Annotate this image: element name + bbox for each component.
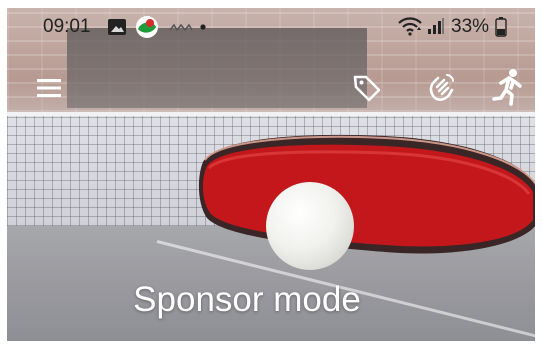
- running-person-icon[interactable]: [491, 68, 525, 106]
- status-bar: 09:01 33%: [7, 8, 535, 46]
- menu-icon[interactable]: [37, 78, 63, 98]
- sponsor-mode-title: Sponsor mode: [133, 280, 361, 319]
- battery-percentage: 33%: [451, 16, 490, 37]
- wifi-icon: [398, 17, 422, 36]
- ping-pong-ball: [266, 182, 354, 270]
- dot-icon: [200, 24, 206, 30]
- paddle-image: [198, 134, 535, 254]
- status-time: 09:01: [43, 16, 91, 37]
- battery-icon: [495, 17, 507, 37]
- screen: 09:01 33% Sponsor mode: [7, 8, 535, 341]
- wave-hand-icon[interactable]: [425, 72, 457, 104]
- image-icon: [108, 19, 126, 35]
- tag-icon[interactable]: [352, 73, 382, 103]
- app-notification-icon: [136, 16, 158, 38]
- signal-icon: [428, 18, 444, 34]
- carrier-icon: [169, 23, 193, 32]
- app-bar: [7, 66, 535, 114]
